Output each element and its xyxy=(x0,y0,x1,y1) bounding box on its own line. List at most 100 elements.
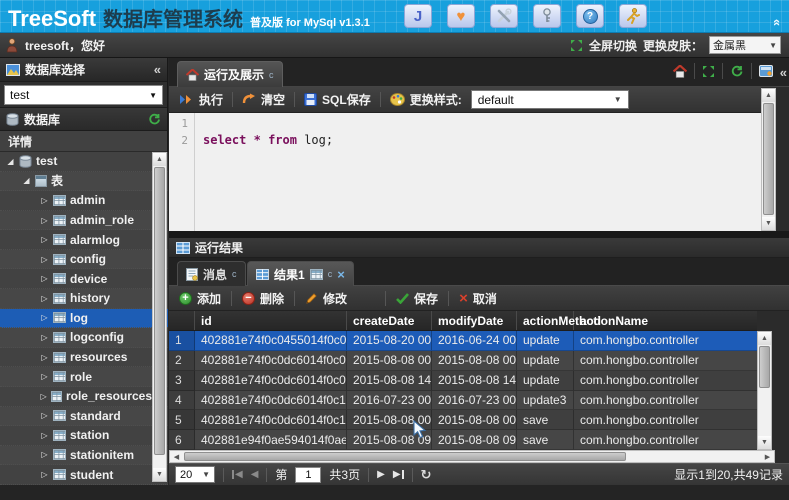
tree-expanded-icon[interactable]: ◢ xyxy=(6,157,15,166)
tree-node-station[interactable]: ▷ station xyxy=(0,426,168,446)
tree-collapsed-icon[interactable]: ▷ xyxy=(40,294,49,303)
table-row[interactable]: 3402881e74f0c0dc6014f0c0f7c5000112015-08… xyxy=(169,370,757,391)
tree-node-admin[interactable]: ▷ admin xyxy=(0,191,168,211)
collapse-sidebar-icon[interactable]: « xyxy=(154,62,161,77)
first-page-button[interactable]: ◀ xyxy=(232,469,243,480)
scroll-down-icon[interactable]: ▼ xyxy=(758,436,771,449)
tree-collapsed-icon[interactable]: ▷ xyxy=(40,196,49,205)
table-row[interactable]: 2402881e74f0c0dc6014f0c0f53b0000b2015-08… xyxy=(169,350,757,371)
scroll-down-icon[interactable]: ▼ xyxy=(153,468,166,481)
last-page-button[interactable]: ▶ xyxy=(393,469,404,480)
tree-node-config[interactable]: ▷ config xyxy=(0,249,168,270)
next-page-button[interactable]: ▶ xyxy=(377,469,385,480)
expand-button[interactable] xyxy=(702,65,715,78)
save-rows-button[interactable]: 保存 xyxy=(396,290,438,307)
column-header-actionMethod[interactable]: actionMethod xyxy=(517,311,601,330)
tree-collapsed-icon[interactable]: ▷ xyxy=(40,274,49,283)
tree-scrollbar-thumb[interactable] xyxy=(154,167,165,455)
table-row[interactable]: 5402881e74f0c0dc6014f0c1c513100222015-08… xyxy=(169,410,757,431)
scroll-up-icon[interactable]: ▲ xyxy=(758,332,771,345)
tree-collapsed-icon[interactable]: ▷ xyxy=(40,235,49,244)
splitter-handle[interactable] xyxy=(169,231,789,238)
prev-page-button[interactable]: ◀ xyxy=(251,469,259,480)
scroll-up-icon[interactable]: ▲ xyxy=(762,89,775,102)
tab-refresh-icon[interactable]: c xyxy=(232,269,237,279)
scroll-down-icon[interactable]: ▼ xyxy=(762,217,775,230)
page-size-select[interactable]: 20 ▼ xyxy=(175,466,215,483)
column-header-id[interactable]: id xyxy=(195,311,347,330)
tree-expanded-icon[interactable]: ◢ xyxy=(22,176,31,185)
table-row[interactable]: 4402881e74f0c0dc6014f0c105b8100192016-07… xyxy=(169,390,757,411)
sql-code-line[interactable]: select * from log; xyxy=(203,133,333,147)
tree-collapsed-icon[interactable]: ▷ xyxy=(40,450,49,459)
execute-button[interactable]: 执行 xyxy=(179,91,223,108)
j-app-button[interactable]: J xyxy=(404,4,432,28)
column-header-modifyDate[interactable]: modifyDate xyxy=(432,311,517,330)
editor-scrollbar[interactable]: ▲ ▼ xyxy=(761,88,776,231)
tree-collapsed-icon[interactable]: ▷ xyxy=(40,216,49,225)
collapse-panel-icon[interactable]: « xyxy=(780,65,787,80)
tree-node-log[interactable]: ▷ log xyxy=(0,308,168,329)
tree-collapsed-icon[interactable]: ▷ xyxy=(40,313,49,322)
page-number-input[interactable] xyxy=(295,466,322,483)
tab-result-1[interactable]: 结果1 c × xyxy=(247,261,354,286)
close-tab-icon[interactable]: × xyxy=(337,268,345,281)
grid-horizontal-scrollbar[interactable]: ◀ ▶ xyxy=(169,450,775,463)
favorites-button[interactable]: ♥ xyxy=(447,4,475,28)
tree-collapsed-icon[interactable]: ▷ xyxy=(40,255,49,264)
tree-collapsed-icon[interactable]: ▷ xyxy=(40,431,49,440)
tree-node-student[interactable]: ▷ student xyxy=(0,465,168,485)
database-select[interactable]: test ▼ xyxy=(4,85,163,105)
tree-collapsed-icon[interactable]: ▷ xyxy=(40,372,49,381)
tab-refresh-icon[interactable]: c xyxy=(269,70,274,80)
tree-node-test[interactable]: ◢ test xyxy=(0,152,168,172)
tree-node-role-resources[interactable]: ▷ role_resources xyxy=(0,387,168,407)
sql-editor[interactable]: 1 2 select * from log; xyxy=(169,113,761,231)
fullscreen-toggle[interactable]: 全屏切换 xyxy=(589,37,637,54)
editor-scrollbar-thumb[interactable] xyxy=(763,103,774,215)
refresh-icon[interactable] xyxy=(148,113,161,126)
tree-collapsed-icon[interactable]: ▷ xyxy=(40,392,47,401)
scroll-up-icon[interactable]: ▲ xyxy=(153,153,166,166)
tools-button[interactable] xyxy=(490,4,518,28)
tree-node-admin-role[interactable]: ▷ admin_role xyxy=(0,210,168,231)
clear-button[interactable]: 清空 xyxy=(242,91,285,108)
tree-node-tables[interactable]: ◢ 表 xyxy=(0,171,168,192)
tree-collapsed-icon[interactable]: ▷ xyxy=(40,470,49,479)
grid-hscrollbar-thumb[interactable] xyxy=(184,452,626,461)
tab-refresh-icon[interactable]: c xyxy=(328,269,333,279)
cancel-rows-button[interactable]: × 取消 xyxy=(459,290,497,307)
add-row-button[interactable]: + 添加 xyxy=(179,290,221,307)
table-row[interactable]: 1402881e74f0c0455014f0c06c15900052015-08… xyxy=(169,331,757,351)
tab-run-and-show[interactable]: 运行及展示 c xyxy=(177,61,283,87)
save-sql-button[interactable]: SQL保存 xyxy=(304,91,371,108)
column-header-createDate[interactable]: createDate xyxy=(347,311,432,330)
tree-node-stationitem[interactable]: ▷ stationitem xyxy=(0,445,168,466)
skin-select[interactable]: 金属黑 ▼ xyxy=(709,36,781,54)
style-select[interactable]: default ▼ xyxy=(470,90,629,109)
scroll-left-icon[interactable]: ◀ xyxy=(170,451,183,462)
tree-node-alarmlog[interactable]: ▷ alarmlog xyxy=(0,230,168,250)
user-run-button[interactable] xyxy=(619,4,647,28)
scroll-right-icon[interactable]: ▶ xyxy=(761,451,774,462)
collapse-banner-icon[interactable]: « xyxy=(770,19,785,26)
tree-node-device[interactable]: ▷ device xyxy=(0,269,168,290)
reload-grid-icon[interactable]: ↻ xyxy=(421,468,432,481)
tree-node-standard[interactable]: ▷ standard xyxy=(0,406,168,427)
table-row[interactable]: 6402881e94f0ae594014f0ae9374b00022015-08… xyxy=(169,430,757,451)
tree-collapsed-icon[interactable]: ▷ xyxy=(40,411,49,420)
delete-row-button[interactable]: − 删除 xyxy=(242,290,284,307)
layout-button[interactable] xyxy=(759,65,773,77)
modify-row-button[interactable]: 修改 xyxy=(305,290,347,307)
refresh-button[interactable] xyxy=(730,65,744,78)
tree-node-role[interactable]: ▷ role xyxy=(0,367,168,387)
tab-message[interactable]: 消息 c xyxy=(177,261,246,286)
home-button[interactable] xyxy=(673,64,687,78)
help-button[interactable]: ? xyxy=(576,4,604,28)
grid-vertical-scrollbar[interactable]: ▲ ▼ xyxy=(757,331,772,450)
key-button[interactable] xyxy=(533,4,561,28)
tree-node-history[interactable]: ▷ history xyxy=(0,289,168,309)
tree-collapsed-icon[interactable]: ▷ xyxy=(40,333,49,342)
tree-node-logconfig[interactable]: ▷ logconfig xyxy=(0,328,168,348)
grid-scrollbar-thumb[interactable] xyxy=(759,346,770,388)
